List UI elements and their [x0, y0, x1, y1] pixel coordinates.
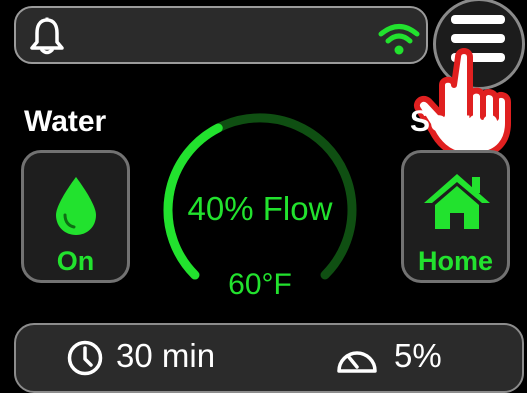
status-bar [14, 6, 428, 64]
clock-icon[interactable] [66, 339, 104, 377]
temperature-readout: 60°F [228, 268, 292, 301]
flow-percent-readout: 40% Flow [187, 190, 333, 227]
timer-value: 30 min [116, 337, 216, 374]
water-toggle-button[interactable]: On [21, 150, 130, 283]
pointing-hand-icon [414, 48, 511, 158]
water-section-label: Water [24, 105, 107, 138]
scene-select-button[interactable]: Home [401, 150, 510, 283]
scene-section-label: Scene [410, 105, 499, 138]
home-icon [424, 174, 490, 229]
water-state-label: On [56, 246, 95, 276]
gauge-value: 5% [394, 337, 442, 374]
water-drop-icon [56, 177, 96, 235]
bell-icon[interactable] [29, 17, 65, 55]
scene-value-label: Home [417, 246, 493, 276]
gauge-icon[interactable] [335, 339, 379, 379]
